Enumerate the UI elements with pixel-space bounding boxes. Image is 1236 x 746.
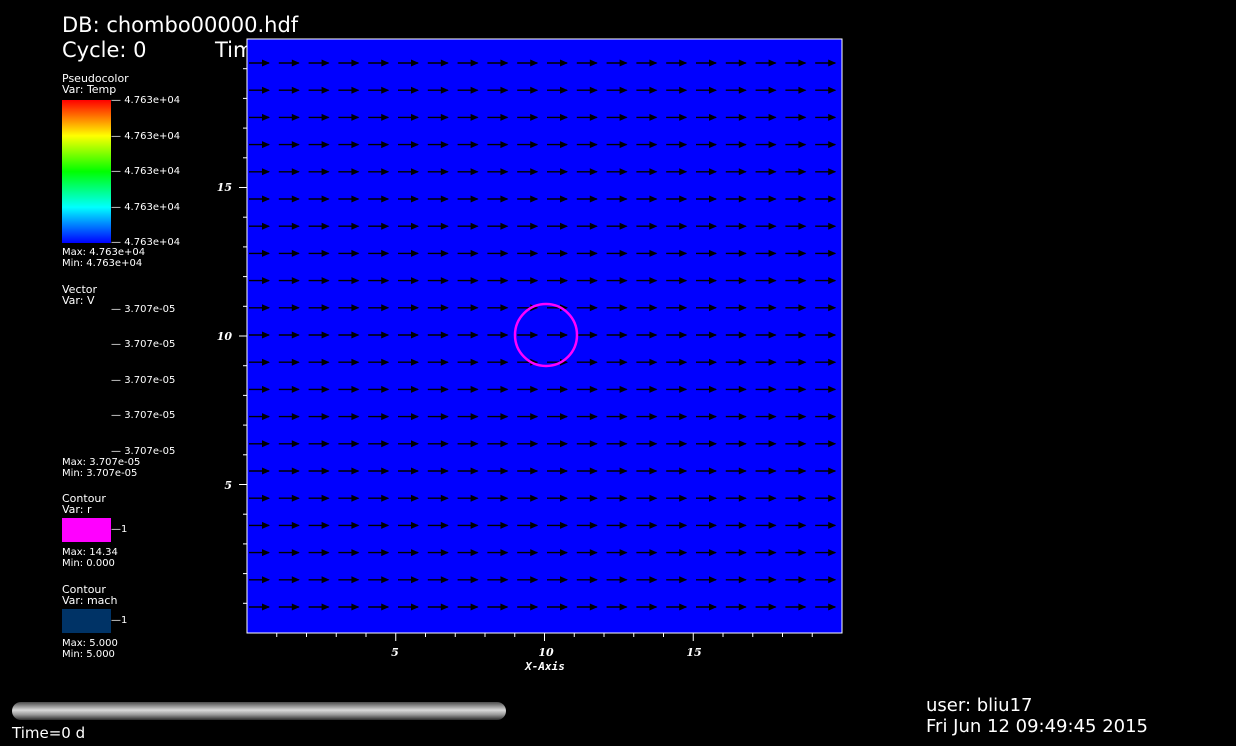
x-tick-label: 15	[686, 646, 701, 659]
user-label: user: bliu17	[926, 695, 1033, 716]
y-tick-label: 10	[217, 330, 233, 343]
time-slider[interactable]	[12, 702, 506, 720]
y-tick-label: 5	[224, 479, 232, 492]
y-axis-ticks	[239, 68, 247, 604]
x-axis-ticks	[276, 633, 813, 641]
y-tick-label: 15	[217, 181, 232, 194]
time-slider-label: Time=0 d	[12, 724, 86, 742]
x-tick-label: 10	[538, 646, 554, 659]
plot-canvas[interactable]: 5 10 15 15 10 5 X-Axis	[0, 0, 1236, 746]
plot-background	[246, 38, 843, 634]
x-tick-label: 5	[391, 646, 399, 659]
datetime-label: Fri Jun 12 09:49:45 2015	[926, 716, 1149, 737]
x-axis-title: X-Axis	[524, 660, 565, 673]
